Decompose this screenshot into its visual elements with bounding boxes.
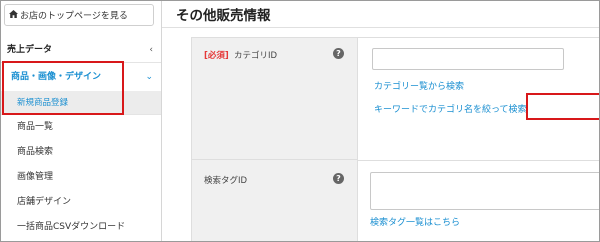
sidebar-item-label: 商品検索: [17, 147, 54, 157]
category-keyword-search-link[interactable]: キーワードでカテゴリ名を絞って検索: [374, 102, 527, 115]
category-id-label: カテゴリID: [234, 51, 278, 61]
sidebar-item-bulk-csv-download[interactable]: 一括商品CSVダウンロード: [1, 215, 161, 240]
required-badge: [必須]: [204, 51, 229, 61]
home-icon: [9, 5, 18, 27]
chevron-left-icon: ‹: [149, 45, 153, 55]
sidebar-item-product-search[interactable]: 商品検索: [1, 140, 161, 165]
highlight-box-keyword-search: [526, 93, 599, 120]
sidebar-item-label: 店舗デザイン: [17, 197, 72, 207]
search-tag-id-input[interactable]: [370, 172, 599, 210]
row-divider: [358, 160, 599, 161]
category-id-input[interactable]: [372, 48, 564, 70]
form-table: [必須] カテゴリID ? 検索タグID ? カテゴリー覧から検索 キーワードで…: [191, 37, 599, 241]
sidebar-item-product-list[interactable]: 商品一覧: [1, 115, 161, 140]
search-tag-id-label-cell: 検索タグID ?: [192, 160, 358, 241]
shop-top-page-label: お店のトップページを見る: [20, 11, 128, 22]
sidebar-item-image-management[interactable]: 画像管理: [1, 165, 161, 190]
shop-top-page-button[interactable]: お店のトップページを見る: [4, 4, 154, 26]
page-title: その他販売情報: [176, 8, 271, 24]
category-list-search-link[interactable]: カテゴリー覧から検索: [374, 79, 464, 92]
sidebar: お店のトップページを見る 売上データ ‹ 商品・画像・デザイン ⌄ 新規商品登録…: [1, 1, 162, 241]
search-tag-id-label: 検索タグID: [204, 176, 248, 186]
divider: [162, 27, 599, 28]
highlight-box-category-menu: [2, 61, 124, 115]
search-tag-list-link[interactable]: 検索タグ一覧はこちら: [370, 215, 460, 228]
sidebar-item-label: 画像管理: [17, 172, 54, 182]
help-icon[interactable]: ?: [333, 48, 344, 59]
sidebar-item-sales-data[interactable]: 売上データ ‹: [1, 37, 161, 63]
main-content: その他販売情報 [必須] カテゴリID ? 検索タグID ? カテゴリー覧から検…: [162, 1, 599, 241]
sidebar-item-label: 一括商品CSVダウンロード: [17, 222, 126, 232]
sidebar-item-label: 商品一覧: [17, 122, 54, 132]
sidebar-item-label: 売上データ: [7, 45, 53, 55]
window: お店のトップページを見る 売上データ ‹ 商品・画像・デザイン ⌄ 新規商品登録…: [0, 0, 600, 242]
sidebar-item-store-design[interactable]: 店舗デザイン: [1, 190, 161, 215]
chevron-down-icon: ⌄: [145, 72, 153, 82]
help-icon[interactable]: ?: [333, 173, 344, 184]
category-id-label-cell: [必須] カテゴリID ?: [192, 38, 358, 160]
